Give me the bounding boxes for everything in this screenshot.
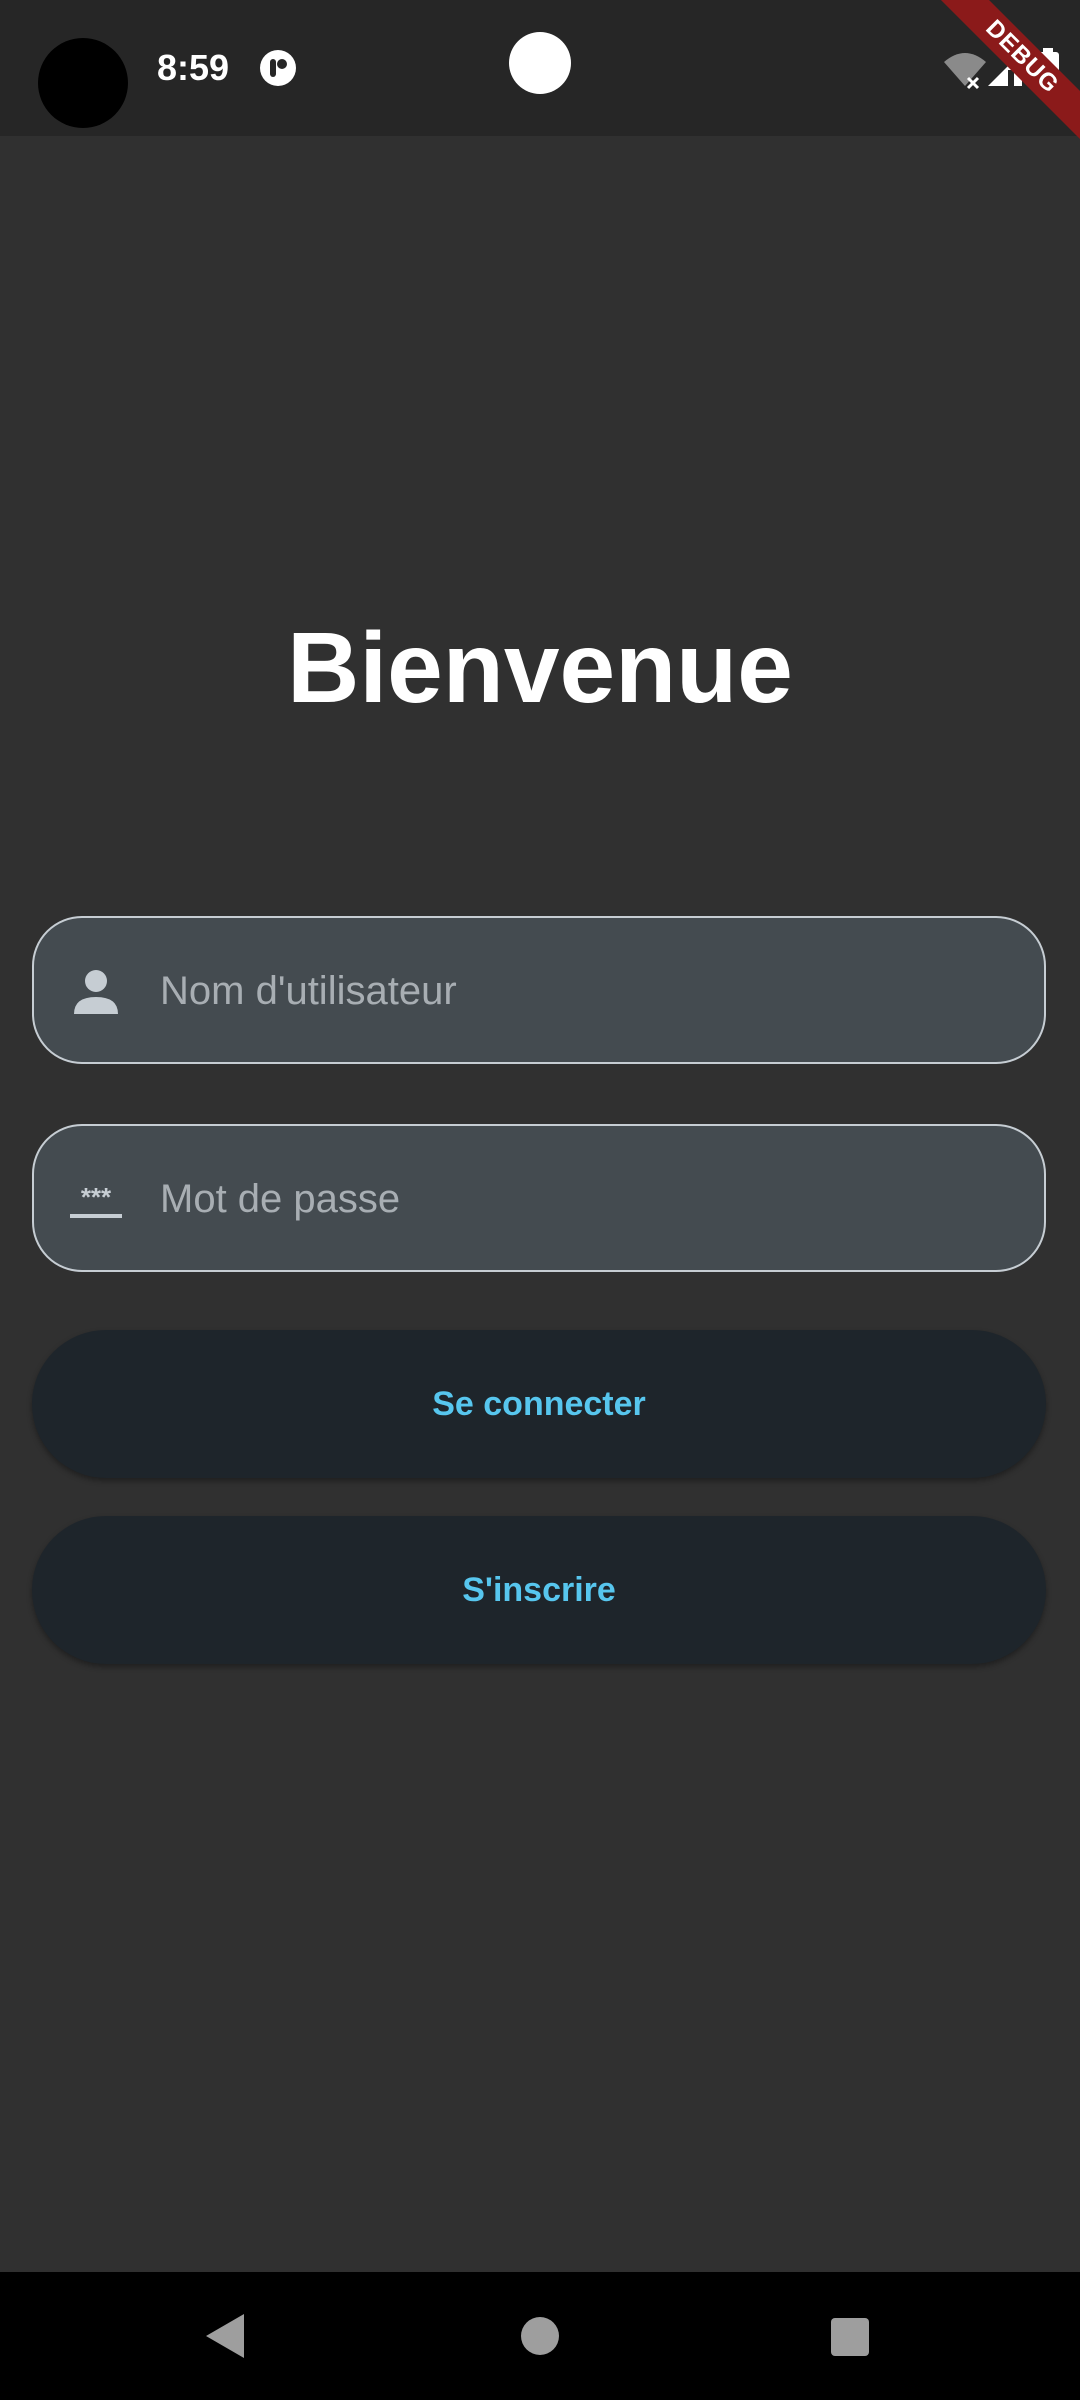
password-field[interactable]: *** — [32, 1124, 1046, 1272]
password-icon: *** — [70, 1182, 122, 1218]
home-icon[interactable] — [521, 2317, 559, 2355]
password-input[interactable] — [158, 1126, 1022, 1272]
person-icon — [74, 970, 118, 1014]
status-bar: 8:59 — [0, 0, 1080, 136]
signup-button[interactable]: S'inscrire — [32, 1516, 1046, 1664]
status-time: 8:59 — [157, 47, 230, 88]
navigation-bar — [0, 2272, 1080, 2400]
login-button[interactable]: Se connecter — [32, 1330, 1046, 1478]
recents-icon[interactable] — [831, 2318, 869, 2356]
camera-hole — [38, 38, 128, 128]
username-field[interactable] — [32, 916, 1046, 1064]
notification-app-icon — [260, 50, 296, 86]
back-icon[interactable] — [204, 2312, 246, 2360]
debug-banner-label: DEBUG — [932, 0, 1080, 147]
svg-text:***: *** — [81, 1182, 112, 1212]
camera-dot — [509, 32, 571, 94]
page-title: Bienvenue — [287, 612, 793, 724]
username-input[interactable] — [158, 918, 1022, 1064]
debug-banner: DEBUG — [920, 0, 1080, 160]
